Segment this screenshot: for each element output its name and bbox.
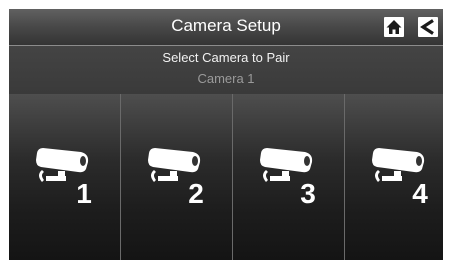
header-bar: Camera Setup (9, 9, 443, 46)
back-arrow-icon (420, 19, 434, 35)
camera-grid: 1 2 3 4 (9, 94, 443, 260)
camera-setup-screen: Camera Setup Select Camera to Pair Camer… (9, 9, 443, 260)
back-button[interactable] (418, 17, 438, 37)
camera-number: 2 (188, 178, 204, 209)
selected-camera-label: Camera 1 (197, 71, 255, 86)
page-title: Camera Setup (171, 16, 281, 35)
pairing-prompt: Select Camera to Pair (162, 50, 290, 65)
camera-tile-4[interactable]: 4 (345, 94, 443, 260)
pairing-info-bar: Select Camera to Pair Camera 1 (9, 46, 443, 94)
camera-number: 3 (300, 178, 316, 209)
camera-number: 4 (412, 178, 428, 209)
home-button[interactable] (384, 17, 404, 37)
camera-tile-2[interactable]: 2 (121, 94, 233, 260)
camera-tile-1[interactable]: 1 (9, 94, 121, 260)
camera-number: 1 (76, 178, 92, 209)
home-icon (386, 20, 402, 34)
camera-tile-3[interactable]: 3 (233, 94, 345, 260)
